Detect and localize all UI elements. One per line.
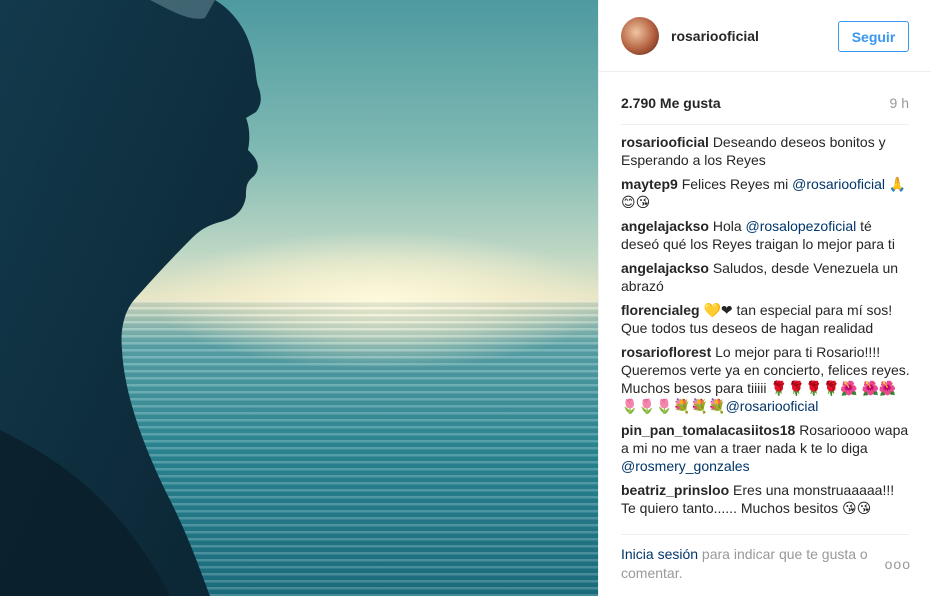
comment-author[interactable]: rosariooficial (621, 134, 709, 150)
comment-item: beatriz_prinsloo Eres una monstruaaaaa!!… (621, 481, 911, 517)
comment-mention[interactable]: @rosariooficial (726, 398, 819, 414)
comment-item: angelajackso Saludos, desde Venezuela un… (621, 259, 911, 295)
follow-button[interactable]: Seguir (838, 21, 909, 52)
likes-row: 2.790 Me gusta 9 h (621, 95, 909, 111)
login-link[interactable]: Inicia sesión (621, 546, 698, 562)
comment-mention[interactable]: @rosariooficial (792, 176, 885, 192)
comment-item: rosariooficial Deseando deseos bonitos y… (621, 133, 911, 169)
comment-item: rosarioflorest Lo mejor para ti Rosario!… (621, 343, 911, 415)
comment-author[interactable]: angelajackso (621, 260, 709, 276)
divider (621, 534, 909, 535)
comment-item: pin_pan_tomalacasiitos18 Rosarioooo wapa… (621, 421, 911, 475)
comment-author[interactable]: beatriz_prinsloo (621, 482, 729, 498)
comment-item: angelajackso Hola @rosalopezoficial té d… (621, 217, 911, 253)
more-options-icon[interactable]: ooo (885, 556, 911, 572)
comment-author[interactable]: angelajackso (621, 218, 709, 234)
post-photo[interactable] (0, 0, 598, 596)
comment-text: Felices Reyes mi (681, 176, 793, 192)
post-sidebar: rosariooficial Seguir 2.790 Me gusta 9 h… (598, 0, 931, 596)
comment-mention[interactable]: @rosalopezoficial (746, 218, 857, 234)
comment-item: maytep9 Felices Reyes mi @rosariooficial… (621, 175, 911, 211)
comment-author[interactable]: rosarioflorest (621, 344, 711, 360)
comment-text: Hola (712, 218, 746, 234)
comments-list: rosariooficial Deseando deseos bonitos y… (621, 133, 911, 530)
post-username[interactable]: rosariooficial (671, 28, 759, 44)
comment-mention[interactable]: @rosmery_gonzales (621, 458, 750, 474)
login-prompt: Inicia sesión para indicar que te gusta … (621, 545, 881, 583)
comment-item: florencialeg 💛❤ tan especial para mí sos… (621, 301, 911, 337)
comment-author[interactable]: maytep9 (621, 176, 678, 192)
comment-author[interactable]: pin_pan_tomalacasiitos18 (621, 422, 795, 438)
likes-count[interactable]: 2.790 Me gusta (621, 95, 721, 111)
instagram-post-view: rosariooficial Seguir 2.790 Me gusta 9 h… (0, 0, 931, 596)
avatar[interactable] (621, 16, 659, 55)
divider (621, 124, 909, 125)
profile-silhouette (0, 0, 261, 596)
comment-author[interactable]: florencialeg (621, 302, 700, 318)
post-time[interactable]: 9 h (890, 95, 909, 111)
